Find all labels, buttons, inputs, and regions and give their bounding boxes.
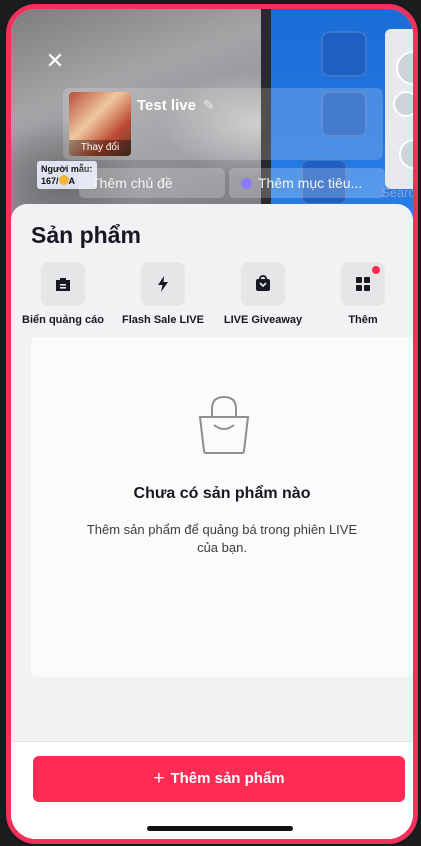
home-indicator[interactable] bbox=[147, 826, 293, 831]
plus-icon: + bbox=[153, 768, 165, 789]
tool-billboard[interactable]: Biển quảng cáo bbox=[13, 262, 113, 326]
stream-title[interactable]: Test live bbox=[137, 97, 196, 114]
add-product-button[interactable]: + Thêm sản phẩm bbox=[33, 756, 405, 802]
background-search-text: Search bbox=[381, 185, 415, 200]
goal-icon bbox=[241, 178, 252, 189]
lightning-icon bbox=[141, 262, 185, 306]
giveaway-bag-icon bbox=[241, 262, 285, 306]
grid-more-icon bbox=[341, 262, 385, 306]
notification-dot bbox=[372, 266, 380, 274]
tool-flash-sale[interactable]: Flash Sale LIVE bbox=[113, 262, 213, 326]
change-cover-label[interactable]: Thay đổi bbox=[69, 140, 131, 156]
edit-pencil-icon[interactable]: ✎ bbox=[203, 97, 215, 114]
sheet-title: Sản phẩm bbox=[31, 222, 141, 248]
screen: ✕ Thay đổi Test live ✎ Người mẫu: 167/A … bbox=[6, 4, 418, 844]
add-goal-chip[interactable]: Thêm mục tiêu... bbox=[229, 168, 385, 198]
footer-bar: + Thêm sản phẩm bbox=[11, 741, 413, 839]
empty-products-card: Chưa có sản phẩm nào Thêm sản phẩm để qu… bbox=[31, 337, 413, 677]
tool-giveaway[interactable]: LIVE Giveaway bbox=[213, 262, 313, 326]
tool-more[interactable]: Thêm bbox=[313, 262, 413, 326]
shopping-bag-icon bbox=[198, 395, 250, 454]
products-sheet: Sản phẩm Biển quảng cáo Flash Sale LIVE … bbox=[11, 204, 413, 839]
billboard-icon bbox=[41, 262, 85, 306]
empty-title: Chưa có sản phẩm nào bbox=[133, 485, 311, 502]
add-topic-chip[interactable]: Thêm chủ đề bbox=[79, 168, 225, 198]
coin-icon bbox=[58, 175, 69, 185]
cover-thumbnail[interactable]: Thay đổi bbox=[69, 92, 131, 156]
empty-description: Thêm sản phẩm để quảng bá trong phiên LI… bbox=[86, 522, 358, 555]
close-icon[interactable]: ✕ bbox=[43, 49, 67, 73]
phone-frame: ✕ Thay đổi Test live ✎ Người mẫu: 167/A … bbox=[0, 0, 421, 846]
